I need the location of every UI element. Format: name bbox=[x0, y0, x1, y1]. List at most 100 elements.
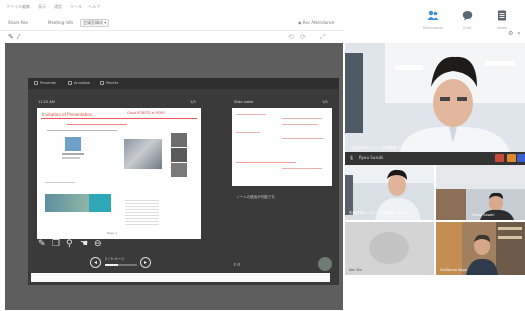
note-line bbox=[282, 118, 322, 119]
room-video[interactable]: 先端技術センター / 研究開発 (Hiro) bbox=[345, 165, 434, 220]
slide-notes-panel[interactable] bbox=[232, 108, 332, 186]
participants-icon bbox=[418, 10, 448, 24]
slide-time: 11:25 AM bbox=[38, 100, 55, 104]
note-line bbox=[236, 132, 260, 133]
undo-icon[interactable]: ⟲ bbox=[288, 33, 294, 41]
attendance-status: ◉ Rec Attendance bbox=[298, 20, 334, 25]
slide-progress-fill bbox=[105, 264, 118, 266]
slide-scroll-bar[interactable] bbox=[31, 273, 330, 282]
next-slide-button[interactable]: ▸ bbox=[140, 257, 151, 268]
slide-divider bbox=[47, 130, 117, 131]
toolbar: Share Res Meeting Info 会議室構成 ▾ ◉ Rec Att… bbox=[0, 12, 345, 30]
annotation-toolbar: ✎ ⁄ ⟲ ⟳ ⤢ bbox=[0, 30, 345, 42]
current-slide: Invitation of Presentation Cloud ROBOTS … bbox=[37, 108, 201, 239]
room-video-name: 先端技術センター / 研究開発 (Hiro) bbox=[349, 211, 406, 215]
page-indicator: 2 / 5 ページ bbox=[105, 257, 125, 261]
participant-video-3[interactable]: Guillermo Vega bbox=[436, 222, 525, 275]
laser-icon[interactable]: ⊖ bbox=[94, 238, 102, 250]
notes-header: Slide notes bbox=[234, 100, 254, 104]
slide-text-block bbox=[125, 198, 159, 226]
chat-tab[interactable]: Chat bbox=[452, 10, 482, 30]
note-line bbox=[282, 124, 318, 125]
mic-icon[interactable]: 🎙 bbox=[349, 155, 354, 160]
slide-title: Invitation of Presentation bbox=[42, 112, 93, 117]
participant-grid-empty bbox=[345, 275, 525, 311]
slide-progress bbox=[105, 264, 137, 266]
copy-icon[interactable]: ❐ bbox=[52, 238, 60, 250]
menu-item-call[interactable]: 通話 bbox=[54, 4, 62, 10]
participant-2-name: Ken Kin bbox=[349, 268, 363, 272]
slide-divider bbox=[45, 182, 75, 183]
active-speaker-name: Ryuu Susuki bbox=[359, 155, 384, 160]
slide-subtitle: Cloud ROBOTS at ROBO bbox=[127, 111, 166, 115]
note-line bbox=[282, 168, 322, 169]
menu-item-help[interactable]: ヘルプ bbox=[88, 4, 100, 10]
landscape-photo bbox=[45, 194, 89, 212]
pen-icon[interactable]: ✎ bbox=[38, 238, 46, 250]
expand-icon[interactable]: » bbox=[517, 30, 521, 37]
participant-video-2[interactable]: Ken Kin bbox=[345, 222, 434, 275]
menu-item-tools[interactable]: ツール bbox=[70, 4, 82, 10]
presenter-avatar[interactable] bbox=[318, 257, 332, 271]
menu-bar: ファイル 編集 表示 通話 ツール ヘルプ bbox=[0, 0, 340, 12]
menu-item-edit[interactable]: 編集 bbox=[22, 4, 30, 10]
slide-rule bbox=[41, 118, 197, 119]
chat-icon bbox=[452, 10, 482, 24]
annotate-toggle[interactable]: Annotate bbox=[68, 81, 90, 85]
main-video[interactable]: 先端技術センター / 研究開発 (Hiro) bbox=[345, 43, 525, 152]
presenter-label: Presenter bbox=[40, 81, 57, 85]
eraser-icon[interactable]: ⁄ bbox=[18, 33, 19, 41]
side-panel-tabs: Participants Chat Notes ⚙ » bbox=[345, 0, 525, 42]
slide-accent-line bbox=[67, 124, 127, 125]
robot-photo-2 bbox=[171, 148, 187, 162]
end-call-button[interactable] bbox=[495, 154, 504, 162]
zoom-icon[interactable]: ⚲ bbox=[66, 238, 73, 250]
pen-icon[interactable]: ✎ bbox=[8, 33, 14, 41]
caption-line bbox=[62, 153, 84, 155]
fit-icon[interactable]: ⤢ bbox=[320, 33, 326, 41]
slide-page-count: 1/3 bbox=[190, 100, 196, 104]
presentation-toolbar: Presenter Annotate Pointer bbox=[28, 78, 339, 89]
menu-item-file[interactable]: ファイル bbox=[6, 4, 22, 10]
main-video-scene bbox=[345, 43, 525, 152]
water-photo bbox=[89, 194, 111, 212]
pointer-label: Pointer bbox=[106, 81, 119, 85]
notes-icon bbox=[487, 10, 517, 24]
prev-slide-button[interactable]: ◂ bbox=[90, 257, 101, 268]
checkbox-icon bbox=[34, 81, 38, 85]
settings-icon[interactable]: ⚙ bbox=[508, 30, 513, 37]
globe-image bbox=[65, 137, 81, 151]
main-speaker-name: 先端技術センター / 研究開発 (Hiro) bbox=[351, 146, 408, 150]
cloud-photo bbox=[124, 139, 162, 169]
annotate-label: Annotate bbox=[74, 81, 91, 85]
participant-3-name: Guillermo Vega bbox=[440, 268, 467, 272]
notes-control-icon[interactable]: ⫴ ⚙ bbox=[234, 262, 241, 267]
participant-video-1-scene bbox=[436, 165, 525, 220]
pointer-toggle[interactable]: Pointer bbox=[100, 81, 118, 85]
robot-photo-3 bbox=[171, 163, 187, 177]
video-toggle-button[interactable] bbox=[507, 154, 516, 162]
presenter-toggle[interactable]: Presenter bbox=[34, 81, 57, 85]
meeting-info-button[interactable]: Meeting Info bbox=[48, 20, 73, 25]
caption-line bbox=[62, 157, 80, 159]
participant-video-1[interactable]: Yasuo Sasaki bbox=[436, 165, 525, 220]
participant-1-name: Yasuo Sasaki bbox=[472, 213, 495, 217]
notes-tab[interactable]: Notes bbox=[487, 10, 517, 30]
notes-placeholder: ノートの追加が可能です。 bbox=[236, 195, 278, 199]
more-button[interactable] bbox=[517, 154, 525, 162]
redo-icon[interactable]: ⟳ bbox=[300, 33, 306, 41]
checkbox-icon bbox=[68, 81, 72, 85]
note-line bbox=[236, 114, 266, 115]
hand-icon[interactable]: ☚ bbox=[80, 238, 88, 250]
presentation-tools: ✎ ❐ ⚲ ☚ ⊖ bbox=[38, 238, 118, 252]
layout-dropdown[interactable]: 会議室構成 ▾ bbox=[80, 19, 110, 27]
participants-tab[interactable]: Participants bbox=[418, 10, 448, 30]
note-line bbox=[236, 162, 296, 163]
chat-label: Chat bbox=[462, 26, 472, 30]
slide-footer: Page 1 bbox=[107, 231, 118, 235]
slide-navigation: ◂ 2 / 5 ページ ▸ bbox=[88, 255, 154, 273]
checkbox-icon bbox=[100, 81, 104, 85]
menu-item-view[interactable]: 表示 bbox=[38, 4, 46, 10]
call-controls: 🎙 Ryuu Susuki bbox=[345, 152, 525, 165]
share-res-button[interactable]: Share Res bbox=[8, 20, 28, 25]
